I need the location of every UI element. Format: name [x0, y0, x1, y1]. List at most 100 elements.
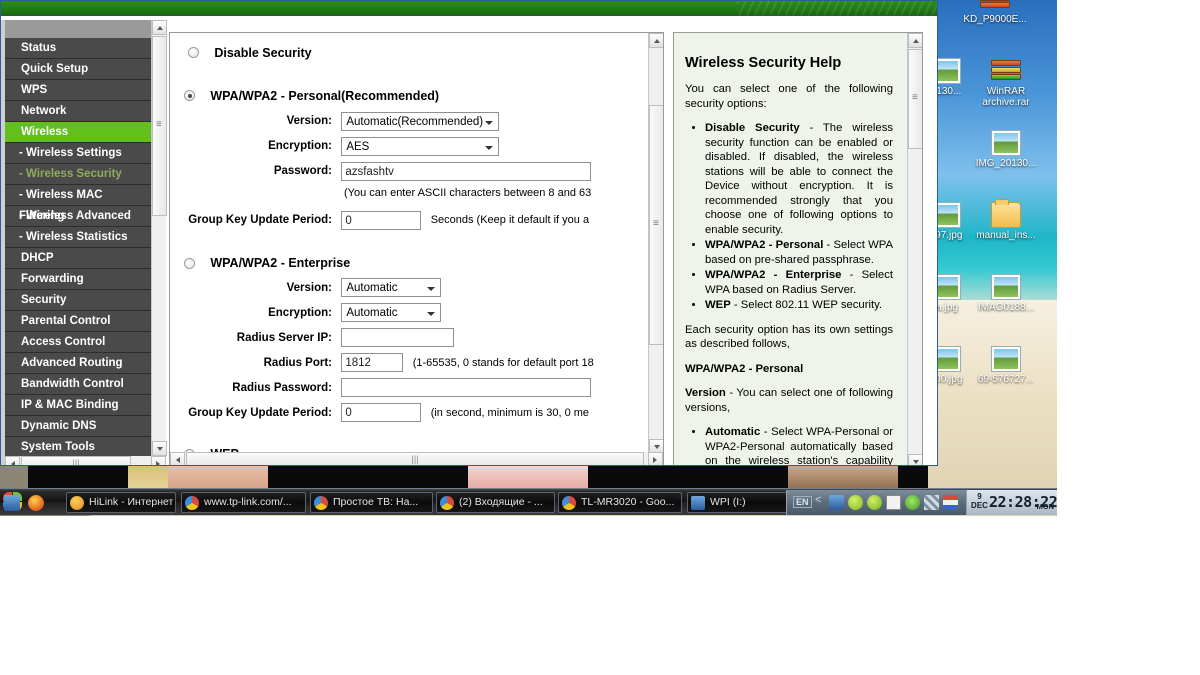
- sidebar-item-advanced-routing[interactable]: Advanced Routing: [5, 353, 151, 374]
- section-disable-security[interactable]: Disable Security: [170, 45, 648, 60]
- sidebar-nav-spacer: [5, 20, 151, 38]
- select-enterprise-version[interactable]: Automatic: [341, 278, 442, 298]
- scroll-up-arrow-icon[interactable]: [152, 20, 167, 35]
- sidebar-item-wireless-settings[interactable]: - Wireless Settings: [5, 143, 151, 164]
- language-indicator[interactable]: EN: [793, 496, 812, 508]
- input-enterprise-group-key[interactable]: 0: [341, 403, 422, 423]
- scroll-down-arrow-icon[interactable]: [908, 454, 922, 465]
- radio-disable-security[interactable]: [188, 47, 199, 59]
- sidebar-item-bandwidth-control[interactable]: Bandwidth Control: [5, 374, 151, 395]
- label-radius-server-ip: Radius Server IP:: [236, 331, 332, 344]
- input-radius-password[interactable]: [341, 378, 592, 398]
- scrollbar-thumb[interactable]: [908, 49, 922, 149]
- scroll-right-arrow-icon[interactable]: [151, 456, 166, 465]
- input-group-key-update-period[interactable]: 0: [341, 210, 422, 230]
- scroll-up-arrow-icon[interactable]: [908, 33, 922, 48]
- scroll-left-arrow-icon[interactable]: [5, 456, 20, 465]
- quick-launch-bar[interactable]: »: [4, 492, 82, 513]
- help-vertical-scrollbar[interactable]: [907, 33, 922, 465]
- download-arrow-icon[interactable]: [867, 495, 882, 510]
- sidebar-item-label: WPS: [21, 84, 48, 96]
- help-bullet-term: WPA/WPA2 - Personal: [705, 239, 824, 251]
- sidebar-item-wireless-security[interactable]: - Wireless Security: [5, 164, 151, 185]
- taskbar-button-tl-mr3020[interactable]: TL-MR3020 - Goo...: [558, 492, 682, 513]
- sidebar-item-system-tools[interactable]: System Tools: [5, 437, 151, 456]
- scroll-up-arrow-icon[interactable]: [649, 33, 663, 48]
- sidebar-item-wps[interactable]: WPS: [5, 80, 151, 101]
- sidebar-item-access-control[interactable]: Access Control: [5, 332, 151, 353]
- scrollbar-thumb[interactable]: [649, 105, 663, 345]
- scrollbar-thumb-horizontal[interactable]: |||: [21, 456, 131, 465]
- input-wpa-password[interactable]: azsfashtv: [341, 161, 592, 181]
- desktop-icon-manual-ins[interactable]: manual_ins...: [968, 199, 1044, 241]
- help-bullet-list-2: Automatic - Select WPA-Personal or WPA2-…: [705, 425, 893, 465]
- input-radius-port[interactable]: 1812: [341, 353, 404, 373]
- network-icon[interactable]: [829, 495, 844, 510]
- image-icon: [991, 130, 1021, 156]
- explorer-icon[interactable]: [4, 495, 20, 511]
- resize-icon[interactable]: [924, 495, 939, 510]
- desktop-icon-69-576727[interactable]: 69-576727...: [968, 346, 1044, 385]
- select-enterprise-encryption[interactable]: Automatic: [341, 303, 442, 323]
- flag-icon[interactable]: [943, 495, 958, 510]
- desktop-icon-kd-p9000e[interactable]: KD_P9000E...: [957, 0, 1033, 25]
- taskbar-clock[interactable]: 9 DEC 22:28:22 MON: [966, 490, 1058, 515]
- taskbar-button-prostoe-tv[interactable]: Простое ТВ: На...: [310, 492, 433, 513]
- sidebar-item-forwarding[interactable]: Forwarding: [5, 269, 151, 290]
- radio-wpa-wpa2-personal[interactable]: [184, 90, 195, 102]
- clover-icon[interactable]: [905, 495, 920, 510]
- desktop-icon-img-20130[interactable]: IMG_20130...: [968, 130, 1044, 169]
- select-value: Automatic: [346, 307, 398, 320]
- rar-icon: [980, 0, 1010, 12]
- select-personal-version[interactable]: Automatic(Recommended): [341, 111, 500, 131]
- sidebar-item-network[interactable]: Network: [5, 101, 151, 122]
- sidebar-item-status[interactable]: Status: [5, 38, 151, 59]
- sidebar-item-ip-mac-binding[interactable]: IP & MAC Binding: [5, 395, 151, 416]
- sidebar-item-quick-setup[interactable]: Quick Setup: [5, 59, 151, 80]
- sidebar-item-dynamic-dns[interactable]: Dynamic DNS: [5, 416, 151, 437]
- sidebar-item-label: IP & MAC Binding: [21, 399, 119, 411]
- sidebar-item-wireless[interactable]: Wireless: [5, 122, 151, 143]
- section-wpa-personal[interactable]: WPA/WPA2 - Personal(Recommended): [170, 88, 648, 103]
- sidebar-item-label: - Wireless Security: [19, 168, 122, 180]
- taskbar-button-hilink[interactable]: HiLink - Интернет: [66, 492, 176, 513]
- row-enterprise-encryption: Encryption: Automatic: [170, 303, 648, 324]
- sidebar-vertical-scrollbar[interactable]: [151, 20, 167, 456]
- input-radius-server-ip[interactable]: [341, 328, 455, 348]
- section-wpa-enterprise[interactable]: WPA/WPA2 - Enterprise: [170, 256, 648, 270]
- taskbar-button-wpi-drive[interactable]: WPI (I:): [687, 492, 800, 513]
- sidebar-item-wireless-mac-filtering[interactable]: - Wireless MAC Filtering: [5, 185, 151, 222]
- form-vertical-scrollbar[interactable]: [648, 33, 663, 454]
- scroll-right-arrow-icon[interactable]: [648, 452, 663, 465]
- sidebar-item-wireless-statistics[interactable]: - Wireless Statistics: [5, 227, 151, 248]
- desktop-icon-imag0188[interactable]: IMAG0188...: [968, 274, 1044, 313]
- label-password: Password:: [273, 165, 332, 178]
- help-version-term: Version: [685, 387, 726, 399]
- sidebar-horizontal-scrollbar[interactable]: |||: [5, 456, 166, 465]
- radio-wpa-wpa2-enterprise[interactable]: [184, 257, 195, 269]
- label-version: Version:: [286, 115, 332, 128]
- sidebar-item-parental-control[interactable]: Parental Control: [5, 311, 151, 332]
- clock-month: DEC: [971, 501, 988, 510]
- sidebar-item-label: Quick Setup: [21, 63, 89, 75]
- shield-green-icon[interactable]: [848, 495, 863, 510]
- scrollbar-thumb[interactable]: [152, 36, 167, 216]
- select-personal-encryption[interactable]: AES: [341, 136, 500, 156]
- sidebar-item-security[interactable]: Security: [5, 290, 151, 311]
- tray-chevron-icon[interactable]: <: [815, 494, 821, 506]
- taskbar-button-inbox[interactable]: (2) Входящие - ...: [436, 492, 555, 513]
- scroll-down-arrow-icon[interactable]: [152, 441, 167, 456]
- sidebar-item-label: Security: [21, 294, 67, 306]
- sidebar-item-wireless-advanced[interactable]: - Wireless Advanced: [5, 206, 151, 227]
- form-horizontal-scrollbar[interactable]: |||: [170, 452, 663, 465]
- taskbar-button-label: WPI (I:): [710, 496, 746, 508]
- scrollbar-thumb-horizontal[interactable]: |||: [186, 452, 644, 465]
- firefox-icon[interactable]: [28, 495, 44, 511]
- row-radius-port: Radius Port: 1812 (1-65535, 0 stands for…: [170, 353, 648, 374]
- scroll-left-arrow-icon[interactable]: [170, 452, 185, 465]
- sidebar-item-dhcp[interactable]: DHCP: [5, 248, 151, 269]
- help-content: Wireless Security Help You can select on…: [674, 33, 907, 465]
- row-enterprise-version: Version: Automatic: [170, 278, 648, 299]
- mail-icon[interactable]: [886, 495, 901, 510]
- taskbar-button-tplink[interactable]: www.tp-link.com/...: [181, 492, 306, 513]
